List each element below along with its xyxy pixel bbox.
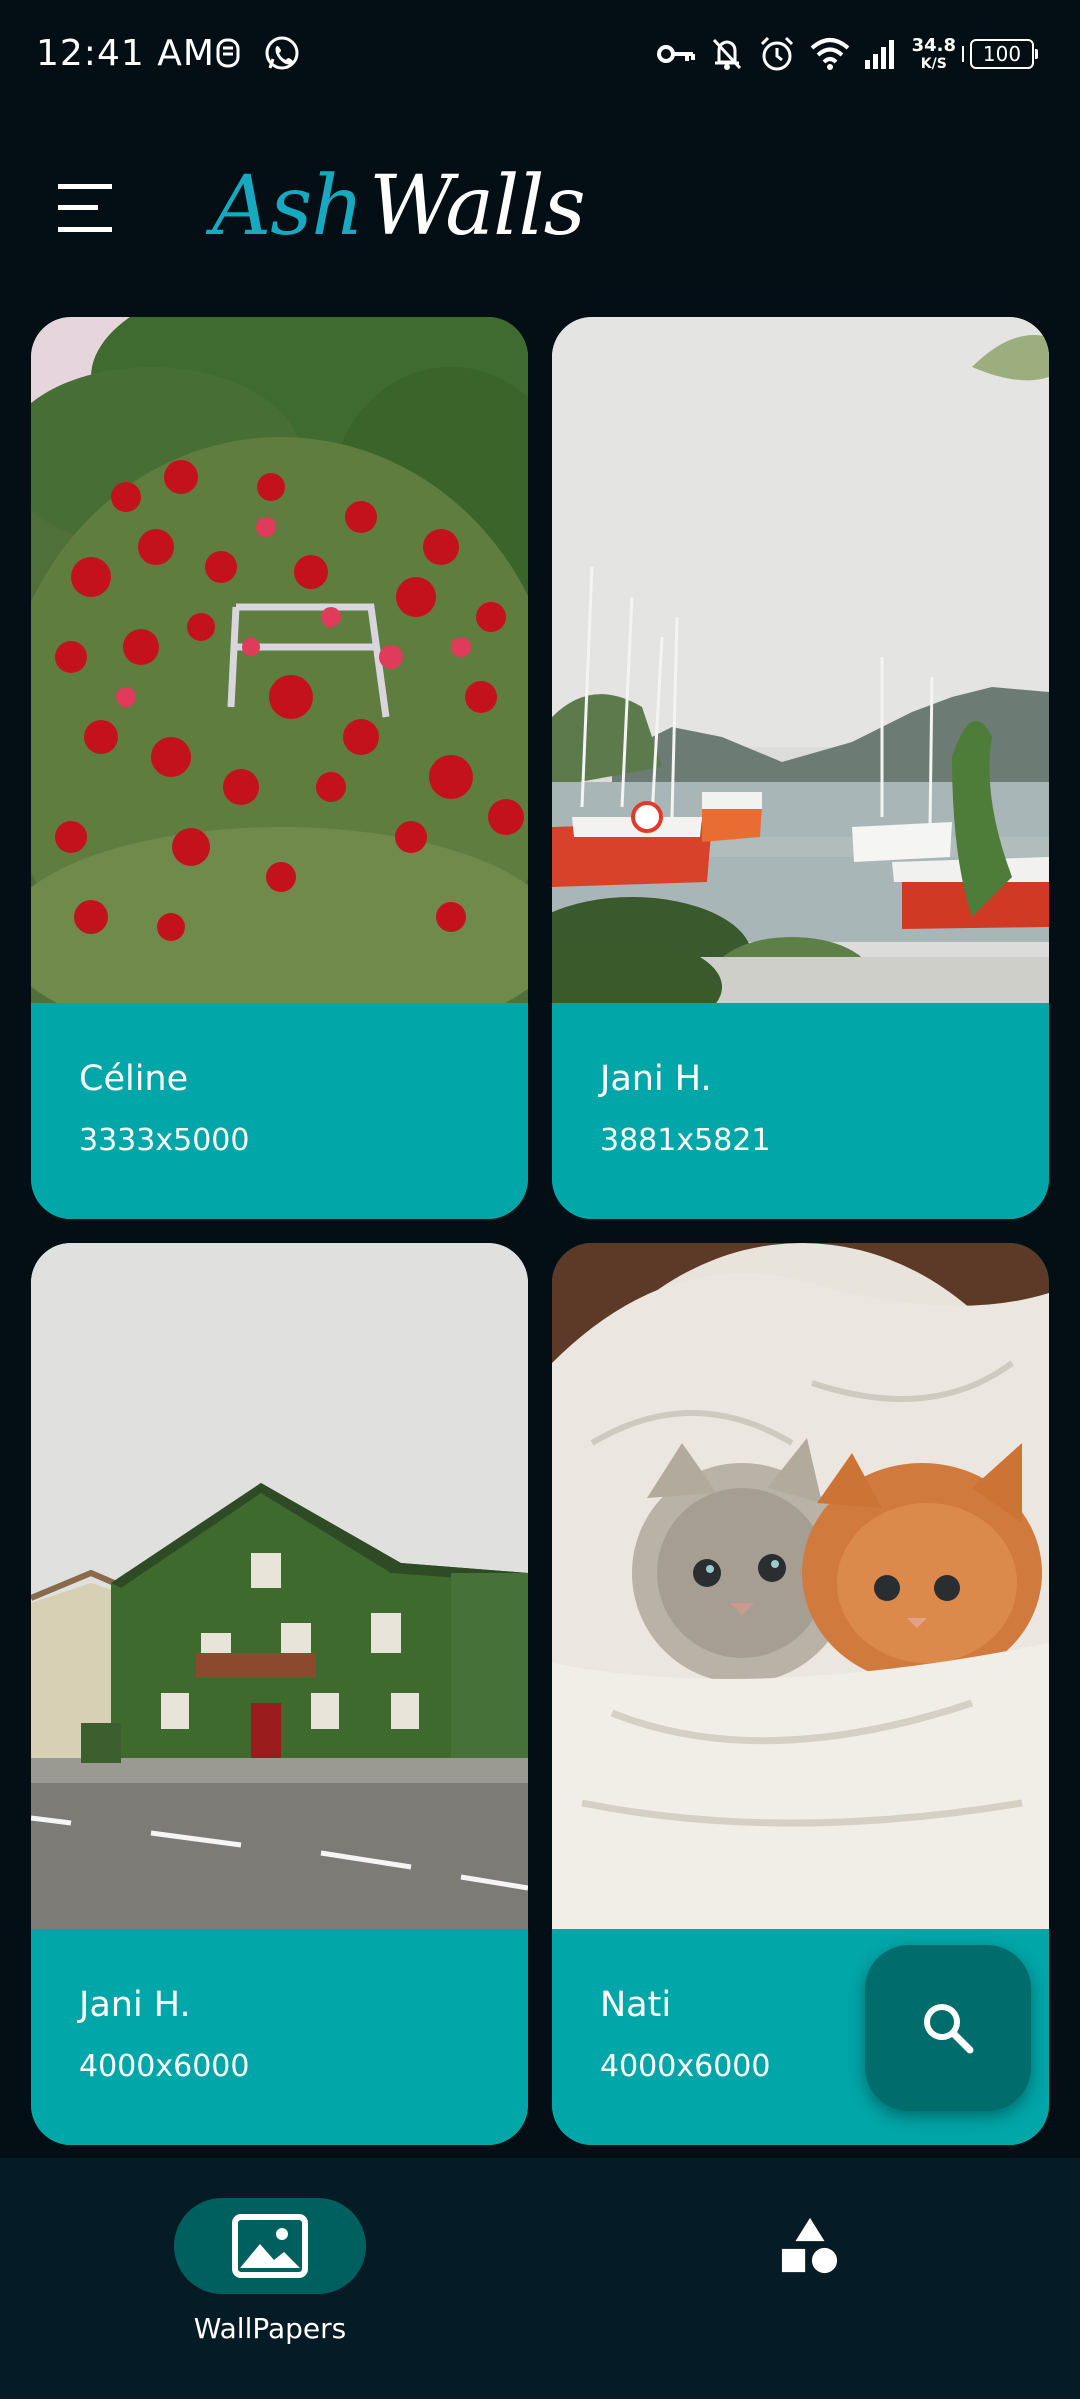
- image-icon: [232, 2214, 308, 2278]
- battery-indicator: 100: [962, 39, 1038, 69]
- wallpaper-resolution: 4000x6000: [600, 2049, 771, 2084]
- wallpaper-image-kittens: [552, 1243, 1049, 1929]
- status-time: 12:41 AM: [36, 33, 215, 74]
- categories-shapes-icon: [781, 2217, 838, 2274]
- wallpaper-resolution: 3881x5821: [600, 1123, 771, 1158]
- wallpaper-author: Jani H.: [79, 1985, 191, 2025]
- nav-label-wallpapers: WallPapers: [193, 2312, 347, 2345]
- wallpaper-image-roses: [31, 317, 528, 1003]
- search-fab-button[interactable]: [865, 1945, 1031, 2111]
- vpn-key-icon: [656, 39, 696, 69]
- wallpaper-grid: Céline 3333x5000 Jani H. 3881x5821 Jani …: [31, 317, 1049, 2157]
- top-app-bar: Ash Walls: [0, 108, 1080, 308]
- status-right-icons: 34.8 K/S 100: [656, 30, 1038, 78]
- wallpaper-info: Jani H. 3881x5821: [552, 1003, 1049, 1219]
- menu-button[interactable]: [40, 168, 130, 248]
- hamburger-menu-icon: [58, 184, 112, 232]
- wallpaper-card[interactable]: Jani H. 4000x6000: [31, 1243, 528, 2145]
- nav-indicator-pill: [174, 2198, 366, 2294]
- wallpaper-author: Céline: [79, 1059, 189, 1099]
- status-bar: 12:41 AM 34.8 K/S 100: [0, 0, 1080, 108]
- nav-item-wallpapers[interactable]: WallPapers: [70, 2198, 470, 2368]
- whatsapp-icon: [262, 34, 302, 74]
- app-title: Ash Walls: [212, 152, 586, 262]
- notification-app-icon: [210, 34, 246, 74]
- bottom-navigation: WallPapers: [0, 2158, 1080, 2399]
- status-left-icons: [210, 34, 302, 74]
- network-speed-value: 34.8: [911, 35, 956, 56]
- wallpaper-resolution: 4000x6000: [79, 2049, 250, 2084]
- wallpaper-info: Jani H. 4000x6000: [31, 1929, 528, 2145]
- wallpaper-card[interactable]: Jani H. 3881x5821: [552, 317, 1049, 1219]
- search-icon: [924, 2004, 974, 2054]
- wallpaper-resolution: 3333x5000: [79, 1123, 250, 1158]
- network-speed: 34.8 K/S: [911, 35, 956, 72]
- wallpaper-author: Jani H.: [600, 1059, 712, 1099]
- wallpaper-author: Nati: [600, 1985, 672, 2025]
- wallpaper-image-harbor: [552, 317, 1049, 1003]
- wallpaper-card[interactable]: Céline 3333x5000: [31, 317, 528, 1219]
- wifi-icon: [810, 37, 850, 71]
- network-speed-unit: K/S: [920, 56, 947, 72]
- alarm-icon: [758, 35, 796, 73]
- app-title-ash: Ash: [212, 159, 364, 254]
- app-title-walls: Walls: [369, 159, 586, 254]
- signal-icon: [864, 38, 898, 70]
- bell-off-icon: [710, 36, 744, 72]
- wallpaper-info: Céline 3333x5000: [31, 1003, 528, 1219]
- app-screen: 12:41 AM 34.8 K/S 100 Ash Walls Céline 3…: [0, 0, 1080, 2399]
- wallpaper-image-ivy-house: [31, 1243, 528, 1929]
- nav-item-categories[interactable]: [610, 2198, 1010, 2368]
